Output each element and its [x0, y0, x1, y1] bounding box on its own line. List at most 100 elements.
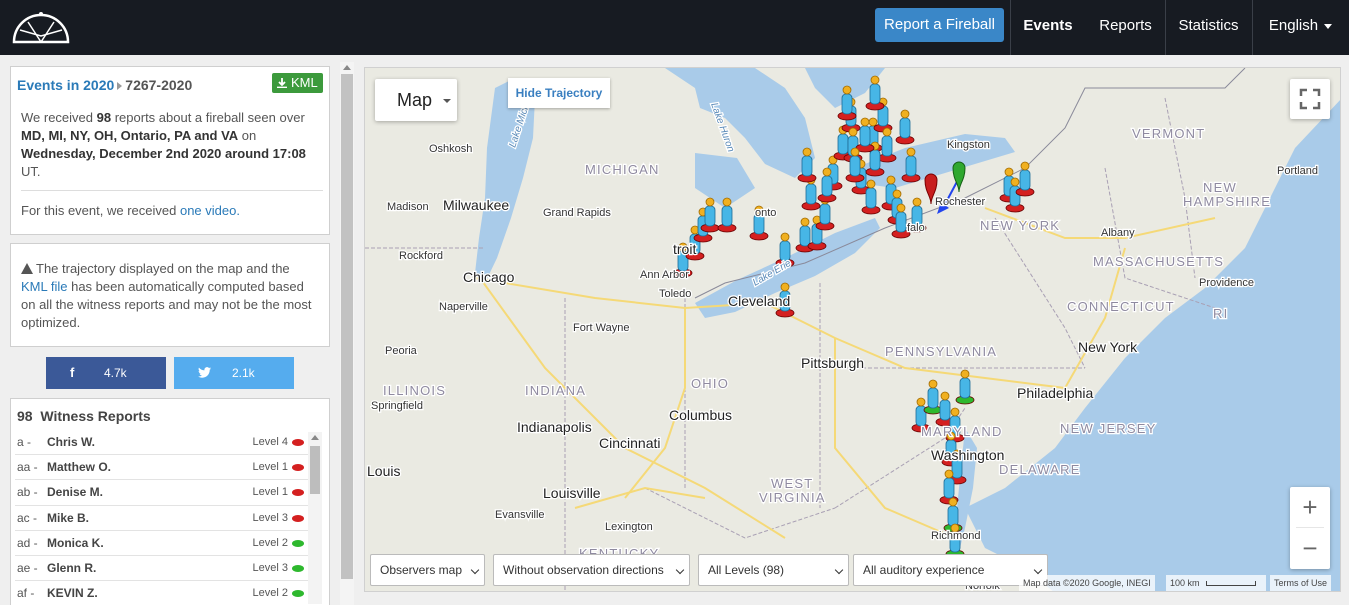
map-label-town: Grand Rapids [543, 207, 611, 219]
chevron-down-icon [834, 565, 844, 575]
witness-marker-icon[interactable] [877, 127, 897, 163]
kml-button-label: KML [290, 75, 318, 90]
witness-code: ac - [17, 510, 38, 525]
witness-level: Level 1 [252, 486, 288, 499]
map-label-town: Ann Arbor [640, 269, 689, 281]
map-label-town: falo [907, 222, 925, 234]
map-label-town: Naperville [439, 301, 488, 313]
observers-map-select[interactable]: Observers map [370, 554, 485, 586]
site-logo-icon[interactable] [10, 6, 72, 46]
witness-name[interactable]: Chris W. [47, 430, 95, 454]
witness-level: Level 4 [252, 436, 288, 448]
witness-row[interactable]: aa - Matthew O. Level 1 [15, 455, 308, 481]
trajectory-note-panel: The trajectory displayed on the map and … [10, 243, 330, 347]
terms-of-use-link[interactable]: Terms of Use [1270, 575, 1332, 591]
levels-select[interactable]: All Levels (98) [698, 554, 849, 586]
witness-marker-icon[interactable] [1015, 161, 1035, 197]
witness-row[interactable]: ac - Mike B. Level 3 [15, 506, 308, 531]
event-breadcrumb: Events in 2020 7267-2020 [17, 77, 192, 93]
facebook-count: 4.7k [104, 366, 127, 380]
events-year-link[interactable]: Events in 2020 [17, 77, 114, 93]
witness-row[interactable]: ae - Glenn R. Level 3 [15, 556, 308, 582]
kml-file-link[interactable]: KML file [21, 279, 67, 294]
zoom-out-button[interactable]: − [1290, 528, 1330, 568]
map-label-state: RI [1213, 306, 1228, 321]
map-label-state: MASSACHUSETTS [1093, 254, 1224, 269]
map-scale[interactable]: 100 km [1166, 575, 1266, 591]
divider [21, 190, 323, 191]
map-canvas[interactable]: MICHIGANLake HuronLake MichiganLake Erie… [365, 68, 1341, 592]
level-indicator-icon [292, 539, 304, 547]
facebook-share-button[interactable]: f 4.7k [46, 357, 166, 389]
video-link[interactable]: one video. [180, 203, 240, 218]
map-label-state: NEW YORK [980, 218, 1060, 233]
witness-marker-icon[interactable] [895, 109, 915, 145]
map-label-town: Evansville [495, 509, 545, 521]
hide-trajectory-button[interactable]: Hide Trajectory [508, 78, 610, 108]
scrollbar-thumb[interactable] [310, 446, 320, 494]
event-date: Wednesday, December 2nd 2020 around 17:0… [21, 146, 306, 161]
level-indicator-icon [292, 439, 304, 446]
map-label-city: Chicago [463, 269, 515, 285]
witness-row[interactable]: ad - Monica K. Level 2 [15, 531, 308, 556]
map-type-selector[interactable]: Map [375, 79, 457, 121]
map-label-state: VERMONT [1132, 126, 1205, 141]
nav-events[interactable]: Events [1010, 0, 1086, 55]
regions: MD, MI, NY, OH, Ontario, PA and VA [21, 128, 239, 143]
nav-statistics[interactable]: Statistics [1165, 0, 1252, 55]
witness-name[interactable]: Glenn R. [47, 556, 96, 580]
witness-marker-icon[interactable] [923, 379, 943, 415]
map-label-city: Indianapolis [517, 419, 592, 435]
witness-count: 98 [17, 408, 33, 424]
nav-reports[interactable]: Reports [1086, 0, 1165, 55]
witness-reports-title: 98 Witness Reports [17, 408, 151, 424]
desc-text: reports about a fireball seen over [111, 110, 305, 125]
sidebar-scrollbar[interactable] [340, 62, 354, 605]
nav-language-dropdown[interactable]: English [1252, 0, 1349, 55]
report-fireball-button[interactable]: Report a Fireball [875, 8, 1004, 42]
zoom-in-button[interactable]: + [1290, 487, 1330, 527]
witness-list-scrollbar[interactable] [308, 432, 322, 604]
scroll-up-icon[interactable] [343, 65, 351, 70]
witness-reports-panel: 98 Witness Reports a - Chris W. Level 4 aa … [10, 398, 330, 605]
video-text: For this event, we received [21, 203, 180, 218]
twitter-count: 2.1k [232, 366, 255, 380]
map-label-town: Providence [1199, 277, 1254, 289]
witness-level: Level 3 [252, 511, 288, 524]
kml-download-button[interactable]: KML [272, 73, 323, 93]
witness-name[interactable]: Mike B. [47, 506, 89, 530]
witness-code: a - [17, 435, 32, 449]
twitter-icon [198, 367, 211, 378]
observation-directions-select[interactable]: Without observation directions [493, 554, 690, 586]
scrollbar-thumb[interactable] [341, 74, 353, 579]
witness-row[interactable]: af - KEVIN Z. Level 2 [15, 581, 308, 605]
map-label-town: Kingston [947, 139, 990, 151]
map-label-town: Portland [1277, 165, 1318, 177]
map-label-town: Madison [387, 201, 429, 213]
witness-name[interactable]: KEVIN Z. [47, 581, 98, 605]
map-label-city: Philadelphia [1017, 385, 1093, 401]
caret-down-icon [443, 99, 451, 103]
language-label: English [1268, 17, 1319, 34]
map-label-town: Rochester [935, 196, 985, 208]
map-label-town: Albany [1101, 227, 1135, 239]
level-indicator-icon [292, 590, 304, 598]
witness-row[interactable]: ab - Denise M. Level 1 [15, 480, 308, 506]
witness-name[interactable]: Matthew O. [47, 455, 111, 479]
witness-row[interactable]: a - Chris W. Level 4 [15, 430, 308, 456]
select-value: Observers map [380, 563, 463, 577]
map-label-state: HAMPSHIRE [1183, 194, 1271, 209]
map-label-state: PENNSYLVANIA [885, 344, 997, 359]
map-label-city: Columbus [669, 407, 732, 423]
map-type-label: Map [397, 90, 433, 110]
map-label-city: Milwaukee [443, 197, 509, 213]
map-view[interactable]: MICHIGAN Lake Huron Lake Michigan Lake Erie… [364, 67, 1341, 592]
witness-title-text: Witness Reports [40, 408, 151, 424]
map-label-town: Rockford [399, 250, 443, 262]
map-label-city: Louisville [543, 485, 601, 501]
fullscreen-button[interactable] [1290, 79, 1330, 119]
twitter-share-button[interactable]: 2.1k [174, 357, 294, 389]
witness-name[interactable]: Denise M. [47, 480, 103, 504]
witness-name[interactable]: Monica K. [47, 531, 104, 555]
scroll-up-icon[interactable] [311, 435, 319, 440]
